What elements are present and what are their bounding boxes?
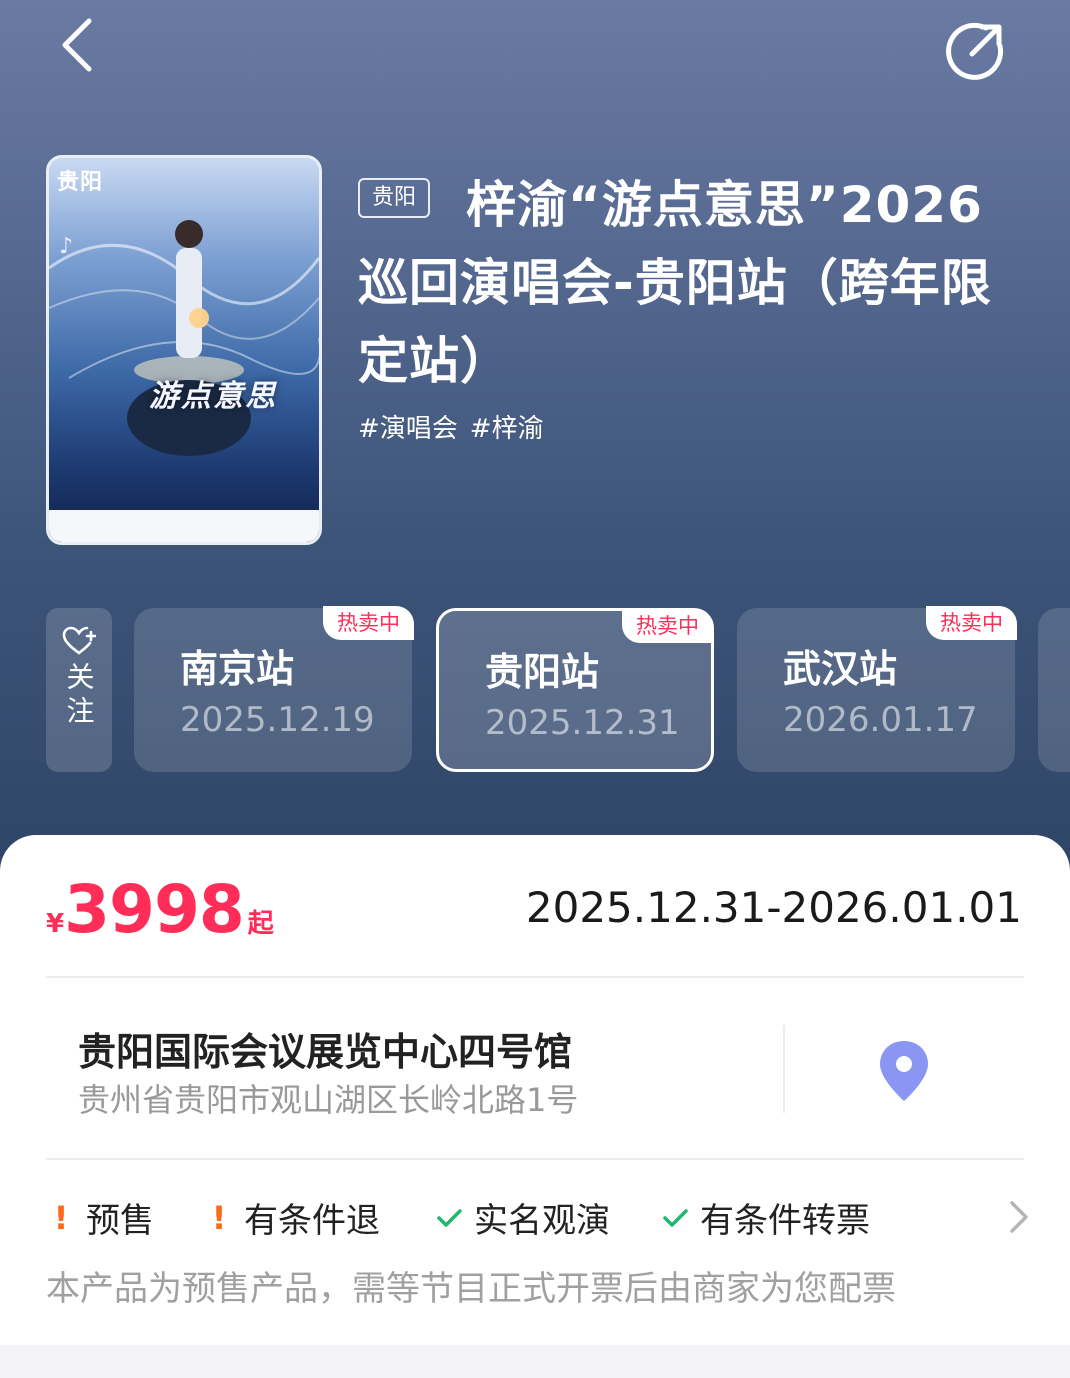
warning-icon: ! [53,1198,69,1237]
event-hero: ♪ 贵阳 游点意思 梓渝“游点意思”2026巡回演唱会-贵阳站（跨年限定站） 贵… [0,0,1070,880]
share-button[interactable] [942,14,1012,84]
divider [46,976,1024,978]
hashtag-list: #演唱会 #梓渝 [358,408,544,445]
share-icon [946,22,1004,80]
station-date: 2026.01.17 [783,700,978,740]
station-name: 南京站 [180,647,295,691]
policy-label: 有条件退 [244,1201,380,1241]
svg-text:♪: ♪ [59,234,73,259]
station-name: 贵阳站 [485,650,600,694]
poster-sponsor-strip [49,510,319,542]
venue-name[interactable]: 贵阳国际会议展览中心四号馆 [78,1021,572,1076]
price-currency: ¥ [46,909,65,939]
event-title: 梓渝“游点意思”2026巡回演唱会-贵阳站（跨年限定站） [358,176,992,390]
check-icon [437,1208,462,1227]
hot-sale-badge: 热卖中 [323,606,414,640]
follow-button[interactable]: 关注 [46,608,112,772]
price-value: 3998 [64,871,245,948]
station-card-wuhan[interactable]: 热卖中 武汉站 2026.01.17 [737,606,1017,772]
back-button[interactable] [40,10,110,80]
policy-conditional-refund: ! 有条件退 [204,1193,380,1242]
venue-divider [783,1025,785,1113]
venue-address: 贵州省贵阳市观山湖区长岭北路1号 [78,1081,579,1119]
back-arrow-icon [62,18,92,72]
station-card-next-peek[interactable] [1038,608,1070,772]
poster-artwork: ♪ [49,220,319,456]
policy-label: 预售 [86,1201,154,1241]
heart-plus-icon [62,626,96,655]
hashtag-artist[interactable]: #梓渝 [470,408,544,445]
policy-label: 实名观演 [474,1201,610,1241]
check-icon [663,1208,688,1227]
station-card-guiyang[interactable]: 热卖中 贵阳站 2025.12.31 [436,608,714,772]
city-tag: 贵阳 [358,178,431,218]
warning-icon: ! [211,1198,227,1237]
follow-label: 关注 [62,662,96,730]
policy-presale: ! 预售 [46,1193,154,1242]
poster-art-title: 游点意思 [149,379,277,414]
divider [46,1158,1024,1160]
station-name: 武汉站 [783,647,898,691]
map-pin-icon[interactable] [876,1039,932,1103]
hashtag-concert[interactable]: #演唱会 [358,408,458,445]
presale-note: 本产品为预售产品，需等节目正式开票后由商家为您配票 [46,1269,896,1309]
poster-brand: 贵阳 [57,170,104,195]
hot-sale-badge: 热卖中 [622,609,713,643]
event-info-panel: ¥ 3998 起 2025.12.31-2026.01.01 贵阳国际会议展览中… [0,835,1070,1345]
price: ¥ 3998 起 [46,871,274,948]
station-card-nanjing[interactable]: 热卖中 南京站 2025.12.19 [134,606,414,772]
station-date: 2025.12.31 [485,703,680,743]
policy-real-name: 实名观演 [434,1193,610,1242]
policy-conditional-transfer: 有条件转票 [660,1193,870,1242]
chevron-right-icon [1010,1201,1028,1233]
station-date: 2025.12.19 [180,700,375,740]
bottom-strip [0,1345,1070,1378]
event-date-range: 2025.12.31-2026.01.01 [525,883,1022,932]
price-suffix: 起 [247,909,274,939]
ticket-policy-row[interactable]: ! 预售 ! 有条件退 实名观演 有条件转票 [46,1193,1036,1243]
hot-sale-badge: 热卖中 [926,606,1017,640]
event-poster[interactable]: ♪ 贵阳 游点意思 [46,155,322,545]
policy-label: 有条件转票 [700,1201,870,1241]
